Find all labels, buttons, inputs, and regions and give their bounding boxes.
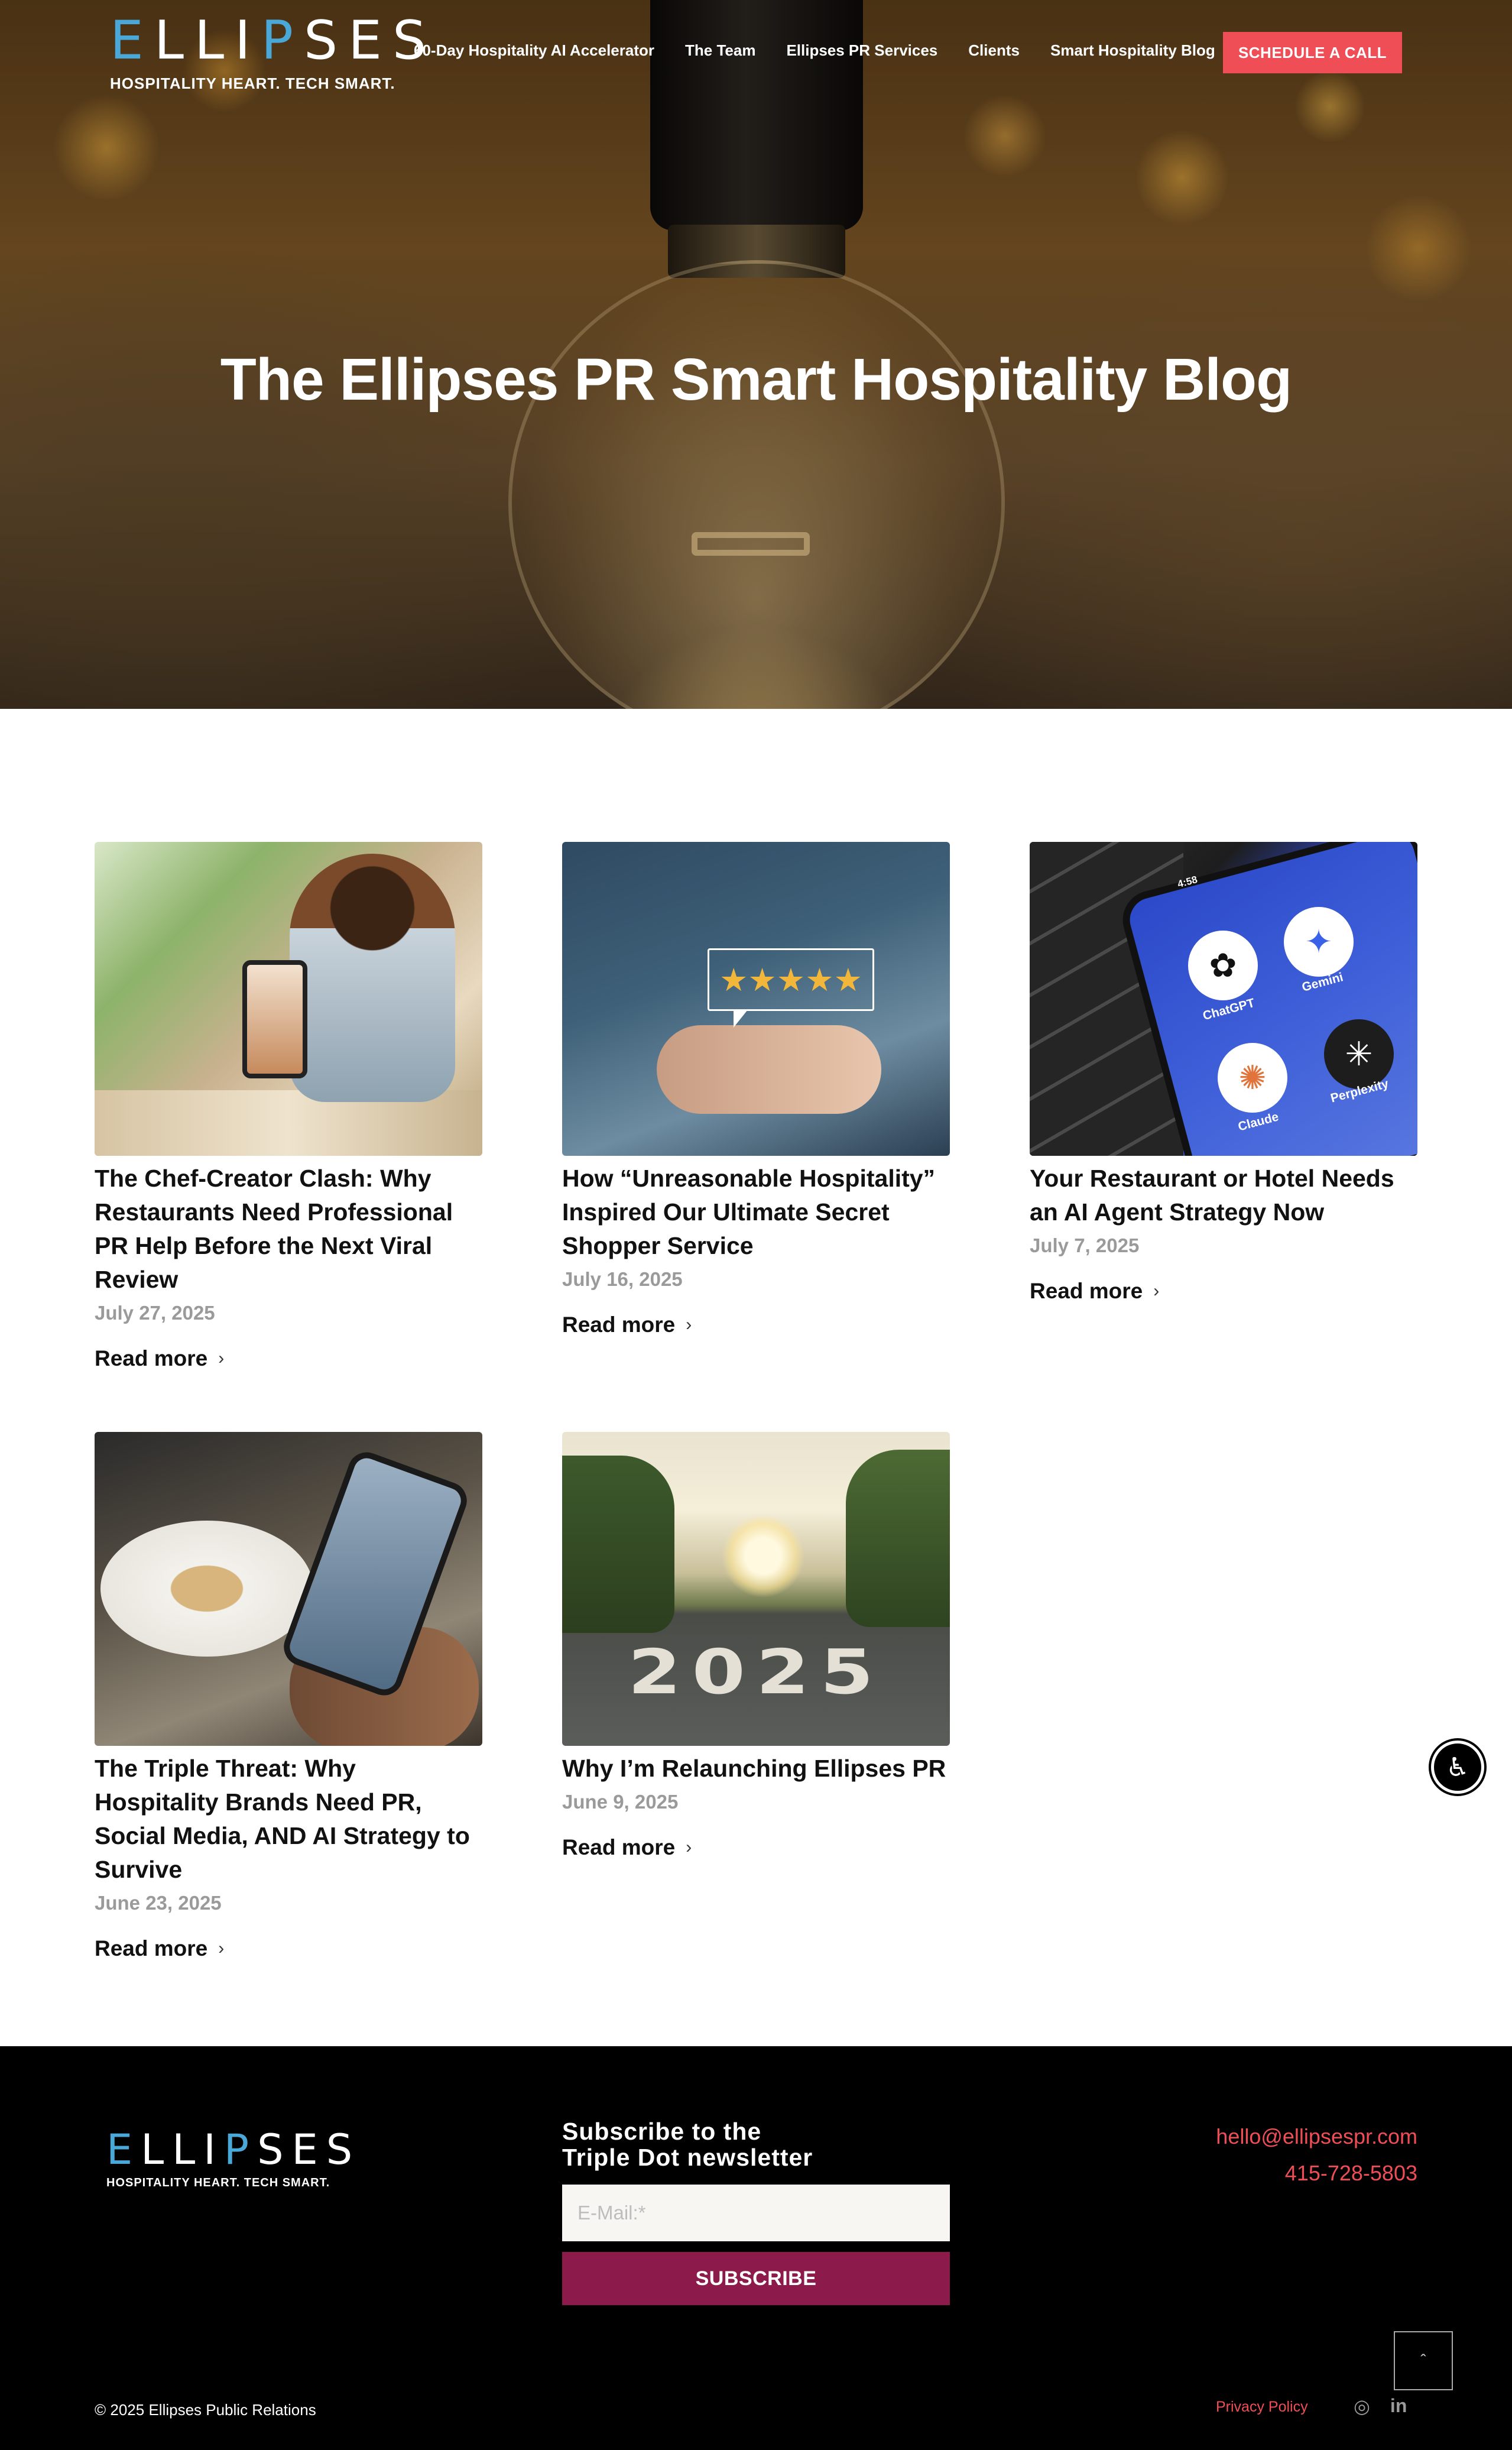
logo-wordmark: ELLIPSES <box>110 9 437 72</box>
copyright-text: © 2025 Ellipses Public Relations <box>95 2401 316 2419</box>
post-thumbnail[interactable]: 4:58 ✿ ChatGPT ✦ Gemini ✺ Claude ✳ Perpl… <box>1030 842 1417 1156</box>
accessibility-icon[interactable]: ♿ <box>1431 1741 1484 1794</box>
star-rating-icon: ★★★★★ <box>708 948 874 1011</box>
privacy-policy-link[interactable]: Privacy Policy <box>1216 2399 1308 2416</box>
post-title[interactable]: The Triple Threat: Why Hospitality Brand… <box>95 1752 482 1887</box>
chevron-right-icon: › <box>686 1315 692 1334</box>
subscribe-button[interactable]: SUBSCRIBE <box>562 2252 950 2305</box>
main-nav: 60-Day Hospitality AI Accelerator The Te… <box>414 41 1215 60</box>
post-date: July 27, 2025 <box>95 1302 215 1324</box>
post-title[interactable]: The Chef-Creator Clash: Why Restaurants … <box>95 1162 482 1297</box>
post-date: June 23, 2025 <box>95 1892 222 1914</box>
nav-item-clients[interactable]: Clients <box>968 41 1020 60</box>
post-thumbnail[interactable]: 2025 <box>562 1432 950 1746</box>
gemini-icon: ✦ <box>1284 907 1354 977</box>
chevron-right-icon: › <box>686 1838 692 1857</box>
back-to-top-button[interactable]: ˆ <box>1394 2331 1453 2390</box>
email-link[interactable]: hello@ellipsespr.com <box>1216 2118 1417 2155</box>
nav-item-blog[interactable]: Smart Hospitality Blog <box>1050 41 1215 60</box>
read-more-label: Read more <box>562 1835 676 1859</box>
page-title: The Ellipses PR Smart Hospitality Blog <box>220 346 1292 413</box>
email-field[interactable] <box>562 2185 950 2241</box>
chevron-right-icon: › <box>1153 1281 1160 1301</box>
newsletter-title-line1: Subscribe to the <box>562 2118 762 2145</box>
social-links: ◎ in <box>1354 2395 1407 2417</box>
chevron-right-icon: › <box>218 1349 225 1368</box>
read-more-label: Read more <box>1030 1279 1143 1303</box>
post-title[interactable]: Your Restaurant or Hotel Needs an AI Age… <box>1030 1162 1417 1229</box>
thumb-phone <box>242 960 307 1078</box>
post-date: June 9, 2025 <box>562 1791 679 1813</box>
thumb-hand <box>657 1025 881 1114</box>
logo-tagline: HOSPITALITY HEART. TECH SMART. <box>110 74 395 92</box>
post-title[interactable]: How “Unreasonable Hospitality” Inspired … <box>562 1162 950 1263</box>
post-card[interactable]: 4:58 ✿ ChatGPT ✦ Gemini ✺ Claude ✳ Perpl… <box>1030 842 1417 1304</box>
nav-item-services[interactable]: Ellipses PR Services <box>786 41 937 60</box>
post-card[interactable]: ★★★★★ How “Unreasonable Hospitality” Ins… <box>562 842 950 1337</box>
read-more-link[interactable]: Read more › <box>562 1312 950 1337</box>
hero-banner: ELLIPSES HOSPITALITY HEART. TECH SMART. … <box>0 0 1512 709</box>
instagram-icon[interactable]: ◎ <box>1354 2395 1370 2417</box>
logo-tagline: HOSPITALITY HEART. TECH SMART. <box>106 2176 330 2189</box>
thumb-person <box>290 854 455 1102</box>
phone-link[interactable]: 415-728-5803 <box>1216 2155 1417 2192</box>
post-thumbnail[interactable]: ★★★★★ <box>562 842 950 1156</box>
thumb-trees-left <box>562 1456 674 1633</box>
schedule-call-button[interactable]: SCHEDULE A CALL <box>1223 32 1402 73</box>
post-card[interactable]: 2025 Why I’m Relaunching Ellipses PR Jun… <box>562 1432 950 1860</box>
post-thumbnail[interactable] <box>95 842 482 1156</box>
chevron-up-icon: ˆ <box>1420 2351 1426 2370</box>
logo-wordmark: ELLIPSES <box>106 2125 361 2174</box>
read-more-label: Read more <box>562 1312 676 1337</box>
newsletter-title: Subscribe to the Triple Dot newsletter <box>562 2118 950 2170</box>
thumb-road-text: 2025 <box>628 1636 884 1708</box>
chevron-right-icon: › <box>218 1939 225 1958</box>
post-date: July 16, 2025 <box>562 1268 683 1290</box>
site-logo[interactable]: ELLIPSES HOSPITALITY HEART. TECH SMART. <box>110 8 437 97</box>
read-more-link[interactable]: Read more › <box>562 1835 950 1860</box>
read-more-link[interactable]: Read more › <box>1030 1279 1417 1304</box>
nav-item-ai-accelerator[interactable]: 60-Day Hospitality AI Accelerator <box>414 41 654 60</box>
nav-item-team[interactable]: The Team <box>685 41 755 60</box>
footer-logo[interactable]: ELLIPSES HOSPITALITY HEART. TECH SMART. <box>106 2124 361 2190</box>
contact-info: hello@ellipsespr.com 415-728-5803 <box>1216 2118 1417 2192</box>
read-more-link[interactable]: Read more › <box>95 1346 482 1371</box>
post-card[interactable]: The Chef-Creator Clash: Why Restaurants … <box>95 842 482 1371</box>
chatgpt-icon: ✿ <box>1188 931 1258 1000</box>
post-date: July 7, 2025 <box>1030 1234 1140 1256</box>
claude-icon: ✺ <box>1218 1043 1287 1113</box>
post-title[interactable]: Why I’m Relaunching Ellipses PR <box>562 1752 950 1785</box>
read-more-label: Read more <box>95 1346 208 1370</box>
read-more-link[interactable]: Read more › <box>95 1936 482 1961</box>
site-footer: ELLIPSES HOSPITALITY HEART. TECH SMART. … <box>0 2046 1512 2450</box>
read-more-label: Read more <box>95 1936 208 1960</box>
thumb-bubble-tail <box>734 1010 748 1028</box>
post-card[interactable]: The Triple Threat: Why Hospitality Brand… <box>95 1432 482 1961</box>
thumb-sun <box>722 1515 804 1597</box>
thumb-trees-right <box>846 1450 950 1627</box>
thumb-plate <box>100 1521 313 1657</box>
linkedin-icon[interactable]: in <box>1390 2395 1407 2417</box>
post-thumbnail[interactable] <box>95 1432 482 1746</box>
newsletter-title-line2: Triple Dot newsletter <box>562 2144 813 2171</box>
